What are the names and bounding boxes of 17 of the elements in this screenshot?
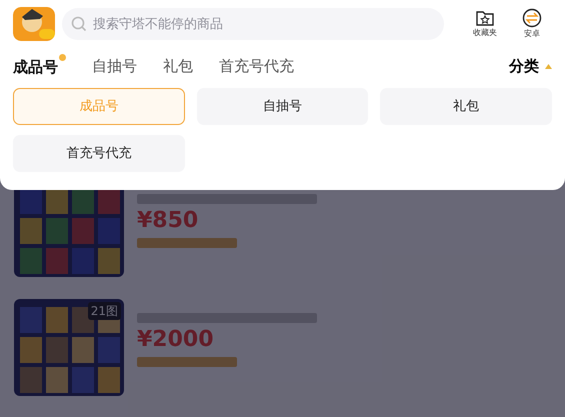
search-field[interactable]: 搜索守塔不能停的商品: [62, 8, 444, 40]
app-logo[interactable]: [13, 7, 55, 41]
tab[interactable]: 礼包: [163, 54, 193, 78]
image-count: 21图: [88, 302, 121, 320]
tab[interactable]: 自抽号: [92, 54, 137, 78]
category-button[interactable]: 分类: [509, 54, 552, 78]
star-folder-icon: [475, 9, 495, 27]
category-option[interactable]: 首充号代充: [13, 135, 185, 172]
price: ¥2000: [137, 329, 215, 351]
tab[interactable]: 首充号代充: [219, 54, 294, 78]
category-option[interactable]: 自抽号: [196, 88, 368, 125]
swap-arrows-icon: [522, 8, 542, 28]
price: ¥850: [137, 210, 200, 232]
category-option[interactable]: 礼包: [380, 88, 552, 125]
toolbar-button[interactable]: 收藏夹: [465, 9, 505, 39]
toolbar-button[interactable]: 安卓: [512, 8, 552, 40]
tab[interactable]: 成品号: [13, 54, 66, 78]
